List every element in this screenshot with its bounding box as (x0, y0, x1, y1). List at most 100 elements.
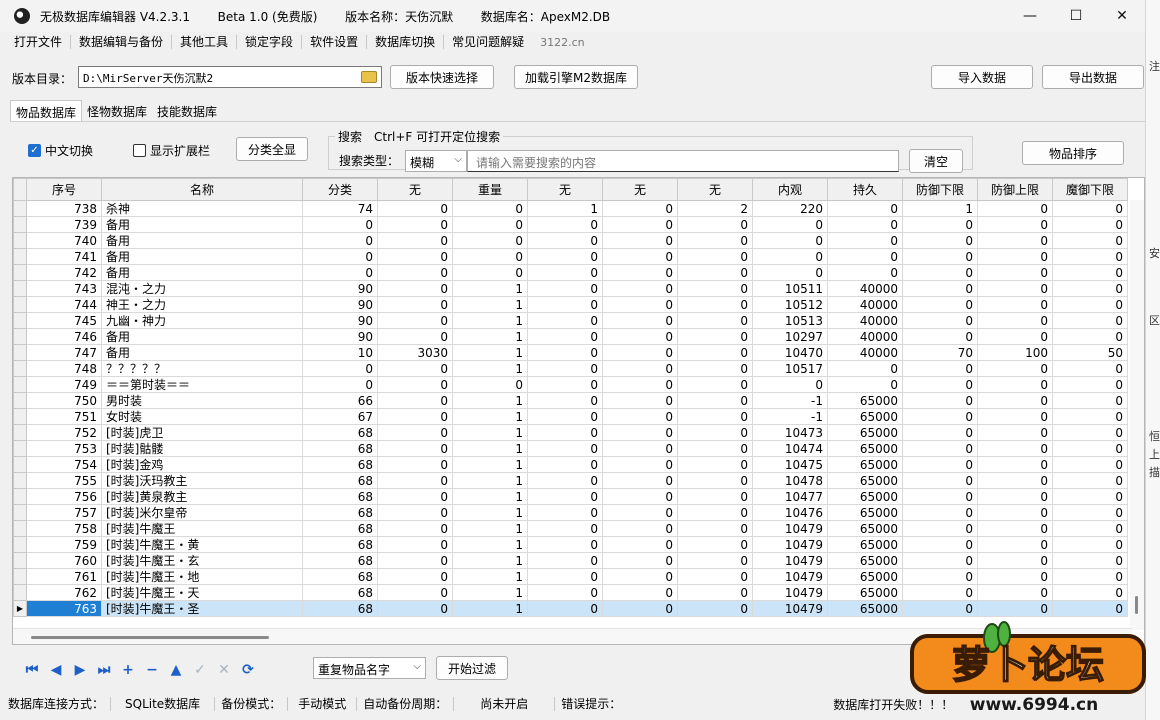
table-row[interactable]: 741 备用 0 0 0 0 0 0 0 0 0 0 0 (13, 248, 1128, 265)
vertical-scrollbar[interactable] (1130, 200, 1144, 630)
cell-value[interactable]: 10475 (752, 456, 828, 473)
cell-value[interactable]: 1 (452, 520, 528, 537)
cell-index[interactable]: 758 (26, 520, 102, 537)
row-indicator[interactable] (13, 440, 27, 457)
row-indicator[interactable] (13, 296, 27, 313)
table-row[interactable]: 746 备用 90 0 1 0 0 0 10297 40000 0 0 0 (13, 328, 1128, 345)
cell-value[interactable]: 0 (1052, 424, 1128, 441)
cell-value[interactable]: 0 (1052, 216, 1128, 233)
cell-value[interactable]: 90 (302, 296, 378, 313)
cell-value[interactable]: 0 (677, 424, 753, 441)
cell-value[interactable]: 0 (902, 584, 978, 601)
cell-name[interactable]: 备用 (101, 248, 303, 265)
cell-value[interactable]: 0 (602, 296, 678, 313)
cell-index[interactable]: 760 (26, 552, 102, 569)
cell-value[interactable]: 0 (902, 600, 978, 617)
cell-value[interactable]: 0 (977, 216, 1053, 233)
cell-value[interactable]: 0 (977, 392, 1053, 409)
cell-value[interactable]: 65000 (827, 488, 903, 505)
cell-value[interactable]: 1 (452, 296, 528, 313)
cell-value[interactable]: 0 (902, 360, 978, 377)
cell-index[interactable]: 749 (26, 376, 102, 393)
cell-value[interactable]: 0 (902, 568, 978, 585)
row-indicator[interactable] (13, 552, 27, 569)
cell-value[interactable]: 10 (302, 344, 378, 361)
cell-name[interactable]: ＝＝第时装＝＝ (101, 376, 303, 393)
cell-value[interactable]: 0 (602, 584, 678, 601)
cell-value[interactable]: 0 (377, 584, 453, 601)
cell-value[interactable]: 2 (677, 200, 753, 217)
cell-value[interactable]: 0 (602, 520, 678, 537)
cell-value[interactable]: 1 (527, 200, 603, 217)
cell-value[interactable]: 0 (977, 552, 1053, 569)
table-row[interactable]: 747 备用 10 3030 1 0 0 0 10470 40000 70 100 50 (13, 344, 1128, 361)
cell-value[interactable]: 0 (377, 600, 453, 617)
export-button[interactable]: 导出数据 (1042, 65, 1144, 89)
cell-value[interactable]: 0 (377, 568, 453, 585)
cell-value[interactable]: 0 (602, 376, 678, 393)
cell-value[interactable]: 1 (452, 552, 528, 569)
cell-value[interactable]: 0 (1052, 392, 1128, 409)
cell-index[interactable]: 740 (26, 232, 102, 249)
cell-value[interactable]: 65000 (827, 536, 903, 553)
cell-value[interactable]: 0 (527, 456, 603, 473)
cell-value[interactable]: 68 (302, 552, 378, 569)
cell-name[interactable]: [时装]黄泉教主 (101, 488, 303, 505)
table-row[interactable]: 752 [时装]虎卫 68 0 1 0 0 0 10473 65000 0 0 0 (13, 424, 1128, 441)
first-record-icon[interactable]: ⏮ (20, 660, 44, 680)
cell-value[interactable]: 0 (902, 456, 978, 473)
cell-value[interactable]: 0 (677, 360, 753, 377)
cell-value[interactable]: 0 (977, 200, 1053, 217)
cell-index[interactable]: 747 (26, 344, 102, 361)
cell-value[interactable]: 0 (902, 504, 978, 521)
cell-name[interactable]: [时装]沃玛教主 (101, 472, 303, 489)
cell-value[interactable]: 65000 (827, 504, 903, 521)
cell-value[interactable]: 0 (752, 232, 828, 249)
cell-value[interactable]: 10479 (752, 520, 828, 537)
cell-value[interactable]: 0 (1052, 376, 1128, 393)
menu-site-link[interactable]: 3122.cn (532, 36, 585, 49)
row-indicator[interactable] (13, 312, 27, 329)
cell-value[interactable]: 0 (827, 200, 903, 217)
cell-index[interactable]: 759 (26, 536, 102, 553)
cell-value[interactable]: 0 (1052, 360, 1128, 377)
table-row[interactable]: 744 神王・之力 90 0 1 0 0 0 10512 40000 0 0 0 (13, 296, 1128, 313)
row-indicator[interactable] (13, 216, 27, 233)
post-record-icon[interactable]: ✓ (188, 660, 212, 680)
show-ext-checkbox[interactable]: 显示扩展栏 (133, 142, 210, 159)
cell-value[interactable]: 0 (677, 296, 753, 313)
cell-value[interactable]: 0 (302, 376, 378, 393)
cell-value[interactable]: 0 (1052, 504, 1128, 521)
cell-value[interactable]: 68 (302, 536, 378, 553)
cell-value[interactable]: 40000 (827, 280, 903, 297)
cell-value[interactable]: 65000 (827, 568, 903, 585)
cell-value[interactable]: 1 (452, 568, 528, 585)
cell-value[interactable]: 0 (377, 248, 453, 265)
cell-index[interactable]: 738 (26, 200, 102, 217)
cell-value[interactable]: 0 (902, 264, 978, 281)
table-row[interactable]: 742 备用 0 0 0 0 0 0 0 0 0 0 0 (13, 264, 1128, 281)
cell-value[interactable]: 0 (677, 488, 753, 505)
cell-name[interactable]: 九幽・神力 (101, 312, 303, 329)
menu-lock-fields[interactable]: 锁定字段 (237, 35, 303, 49)
minimize-button[interactable]: — (1007, 0, 1053, 32)
cell-value[interactable]: 66 (302, 392, 378, 409)
cell-value[interactable]: 0 (677, 312, 753, 329)
cell-value[interactable]: 0 (902, 296, 978, 313)
horizontal-scroll-thumb[interactable] (31, 636, 269, 639)
column-header[interactable]: 分类 (302, 178, 378, 201)
cell-value[interactable]: 0 (527, 232, 603, 249)
cell-value[interactable]: 0 (1052, 520, 1128, 537)
cell-value[interactable]: 0 (302, 232, 378, 249)
cell-value[interactable]: 0 (377, 488, 453, 505)
cell-name[interactable]: [时装]牛魔王・黄 (101, 536, 303, 553)
cell-value[interactable]: 0 (377, 536, 453, 553)
cell-value[interactable]: 0 (602, 504, 678, 521)
cell-value[interactable]: 0 (827, 376, 903, 393)
cell-value[interactable]: 0 (902, 424, 978, 441)
cell-index[interactable]: 763 (26, 600, 102, 617)
cell-index[interactable]: 746 (26, 328, 102, 345)
cell-value[interactable]: 0 (527, 536, 603, 553)
cell-value[interactable]: 0 (977, 232, 1053, 249)
cell-value[interactable]: 0 (527, 344, 603, 361)
